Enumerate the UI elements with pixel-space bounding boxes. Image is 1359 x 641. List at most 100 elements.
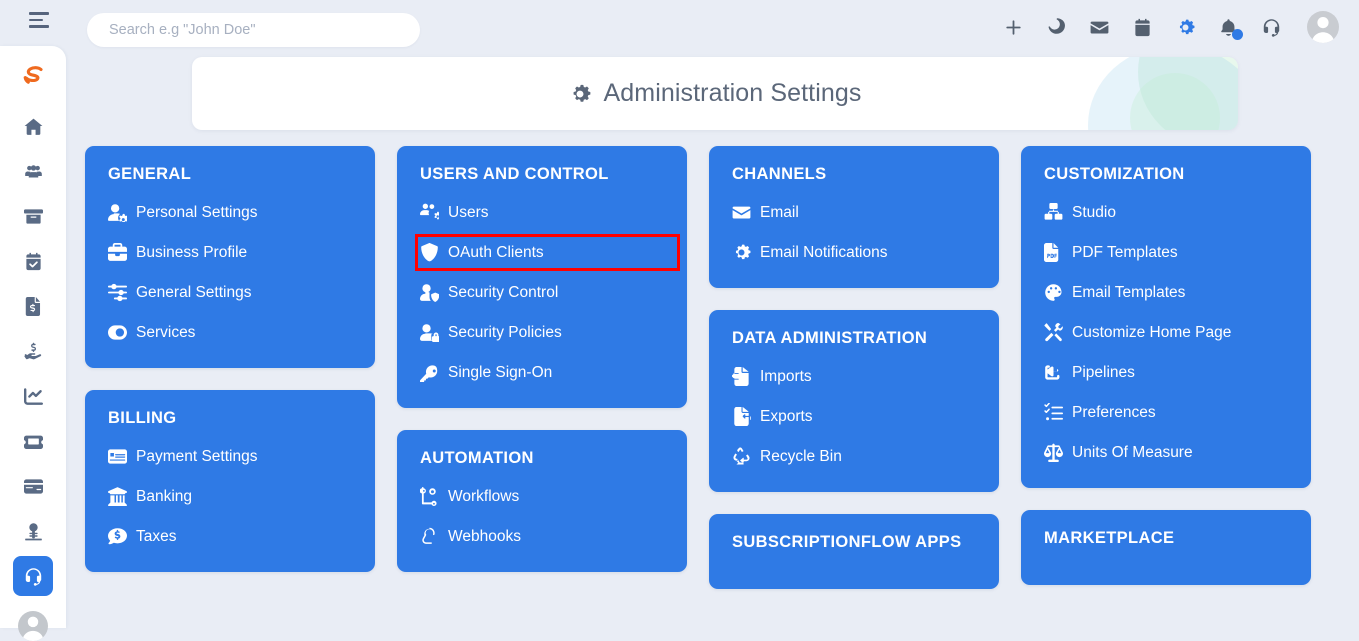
settings-link-label: Exports [760, 407, 813, 425]
page-header-card: Administration Settings [192, 57, 1238, 130]
envelope-icon[interactable] [1088, 15, 1110, 39]
settings-card-billing: BILLING Payment Settings Banking Taxes [85, 390, 375, 572]
settings-column-3: CHANNELS Email Email Notifications DATA ADM… [709, 146, 999, 589]
gear-icon [569, 83, 591, 105]
studio-icon [1044, 203, 1063, 222]
page-title-text: Administration Settings [603, 79, 862, 107]
settings-link-services[interactable]: Services [108, 319, 355, 346]
settings-column-4: CUSTOMIZATION Studio PDF Templates Email Te… [1021, 146, 1311, 589]
settings-link-label: Security Control [448, 283, 559, 301]
balance-scale-icon [1044, 443, 1063, 462]
settings-link-workflows[interactable]: Workflows [420, 483, 667, 510]
sidebar-item-archive-box[interactable] [13, 196, 53, 236]
settings-link-payment-settings[interactable]: Payment Settings [108, 443, 355, 470]
gear-icon [732, 243, 751, 262]
settings-link-imports[interactable]: Imports [732, 363, 979, 390]
settings-link-label: Recycle Bin [760, 447, 842, 465]
settings-link-banking[interactable]: Banking [108, 483, 355, 510]
settings-link-label: Email Notifications [760, 243, 888, 261]
settings-link-single-sign-on[interactable]: Single Sign-On [420, 359, 667, 386]
sidebar-item-chart-line[interactable] [13, 376, 53, 416]
settings-link-label: Single Sign-On [448, 363, 553, 381]
page-title: Administration Settings [569, 79, 862, 108]
sidebar-item-hand-dollar[interactable] [13, 331, 53, 371]
user-gear-icon [108, 203, 127, 222]
settings-link-email[interactable]: Email [732, 199, 979, 226]
key-icon [420, 363, 439, 382]
settings-card-grid: GENERAL Personal Settings Business Profile… [66, 146, 1359, 589]
card-title: DATA ADMINISTRATION [732, 329, 928, 347]
settings-link-security-policies[interactable]: Security Policies [420, 319, 667, 346]
moon-icon[interactable] [1045, 15, 1067, 39]
settings-link-units-of-measure[interactable]: Units Of Measure [1044, 439, 1291, 466]
calendar-icon[interactable] [1131, 15, 1153, 39]
file-pdf-icon [1044, 243, 1063, 262]
settings-link-label: Users [448, 203, 489, 221]
card-title: USERS AND CONTROL [420, 165, 609, 183]
settings-link-pdf-templates[interactable]: PDF Templates [1044, 239, 1291, 266]
settings-link-customize-home-page[interactable]: Customize Home Page [1044, 319, 1291, 346]
settings-link-personal-settings[interactable]: Personal Settings [108, 199, 355, 226]
sidebar-item-headset[interactable] [13, 556, 53, 596]
settings-link-oauth-clients[interactable]: OAuth Clients [415, 234, 680, 271]
search-input[interactable] [87, 13, 420, 47]
settings-link-general-settings[interactable]: General Settings [108, 279, 355, 306]
settings-card-automation: AUTOMATION Workflows Webhooks [397, 430, 687, 572]
briefcase-icon [108, 243, 127, 262]
sidebar-avatar[interactable] [18, 611, 48, 641]
sidebar-item-home[interactable] [13, 106, 53, 146]
sidebar-rail [0, 46, 66, 641]
hamburger-icon[interactable] [29, 12, 49, 28]
subscriptionflow-logo[interactable] [13, 56, 53, 96]
settings-card-subscriptionflow-apps: SUBSCRIPTIONFLOW APPS [709, 514, 999, 589]
list-check-icon [1044, 403, 1063, 422]
sidebar-item-ticket[interactable] [13, 421, 53, 461]
settings-link-email-notifications[interactable]: Email Notifications [732, 239, 979, 266]
settings-link-label: General Settings [136, 283, 252, 301]
settings-link-label: Workflows [448, 487, 520, 505]
headset-icon[interactable] [1260, 15, 1282, 39]
settings-link-webhooks[interactable]: Webhooks [420, 523, 667, 550]
sidebar-item-calendar-check[interactable] [13, 241, 53, 281]
settings-card-data-administration: DATA ADMINISTRATION Imports Exports Recycle… [709, 310, 999, 492]
settings-link-preferences[interactable]: Preferences [1044, 399, 1291, 426]
settings-card-general: GENERAL Personal Settings Business Profile… [85, 146, 375, 368]
settings-link-taxes[interactable]: Taxes [108, 523, 355, 550]
sidebar-item-credit-card[interactable] [13, 466, 53, 506]
settings-link-label: Security Policies [448, 323, 562, 341]
settings-link-pipelines[interactable]: Pipelines [1044, 359, 1291, 386]
palette-icon [1044, 283, 1063, 302]
toggle-on-icon [108, 323, 127, 342]
file-import-icon [732, 367, 751, 386]
settings-link-recycle-bin[interactable]: Recycle Bin [732, 443, 979, 470]
file-export-icon [732, 407, 751, 426]
bell-icon[interactable] [1217, 15, 1243, 40]
workflow-icon [420, 487, 439, 506]
settings-column-2: USERS AND CONTROL Users OAuth Clients Secur… [397, 146, 687, 589]
settings-link-security-control[interactable]: Security Control [420, 279, 667, 306]
settings-card-marketplace: MARKETPLACE [1021, 510, 1311, 585]
settings-link-email-templates[interactable]: Email Templates [1044, 279, 1291, 306]
settings-link-users[interactable]: Users [420, 199, 667, 226]
settings-card-customization: CUSTOMIZATION Studio PDF Templates Email Te… [1021, 146, 1311, 488]
settings-card-channels: CHANNELS Email Email Notifications [709, 146, 999, 288]
recycle-icon [732, 447, 751, 466]
settings-link-label: Pipelines [1072, 363, 1135, 381]
sidebar-item-invoice[interactable] [13, 286, 53, 326]
card-title: AUTOMATION [420, 449, 534, 467]
shield-icon [420, 243, 439, 262]
money-check-icon [108, 447, 127, 466]
settings-link-business-profile[interactable]: Business Profile [108, 239, 355, 266]
sidebar-item-money-stamp[interactable] [13, 511, 53, 551]
avatar[interactable] [1307, 11, 1339, 43]
sidebar-item-users[interactable] [13, 151, 53, 191]
share-icon [1044, 363, 1063, 382]
plus-icon[interactable] [1002, 15, 1024, 39]
settings-link-exports[interactable]: Exports [732, 403, 979, 430]
hamburger-line [29, 18, 43, 22]
settings-link-label: OAuth Clients [448, 243, 544, 261]
settings-link-studio[interactable]: Studio [1044, 199, 1291, 226]
gear-icon[interactable] [1174, 15, 1196, 39]
card-title: GENERAL [108, 165, 192, 183]
global-search[interactable] [87, 13, 420, 47]
